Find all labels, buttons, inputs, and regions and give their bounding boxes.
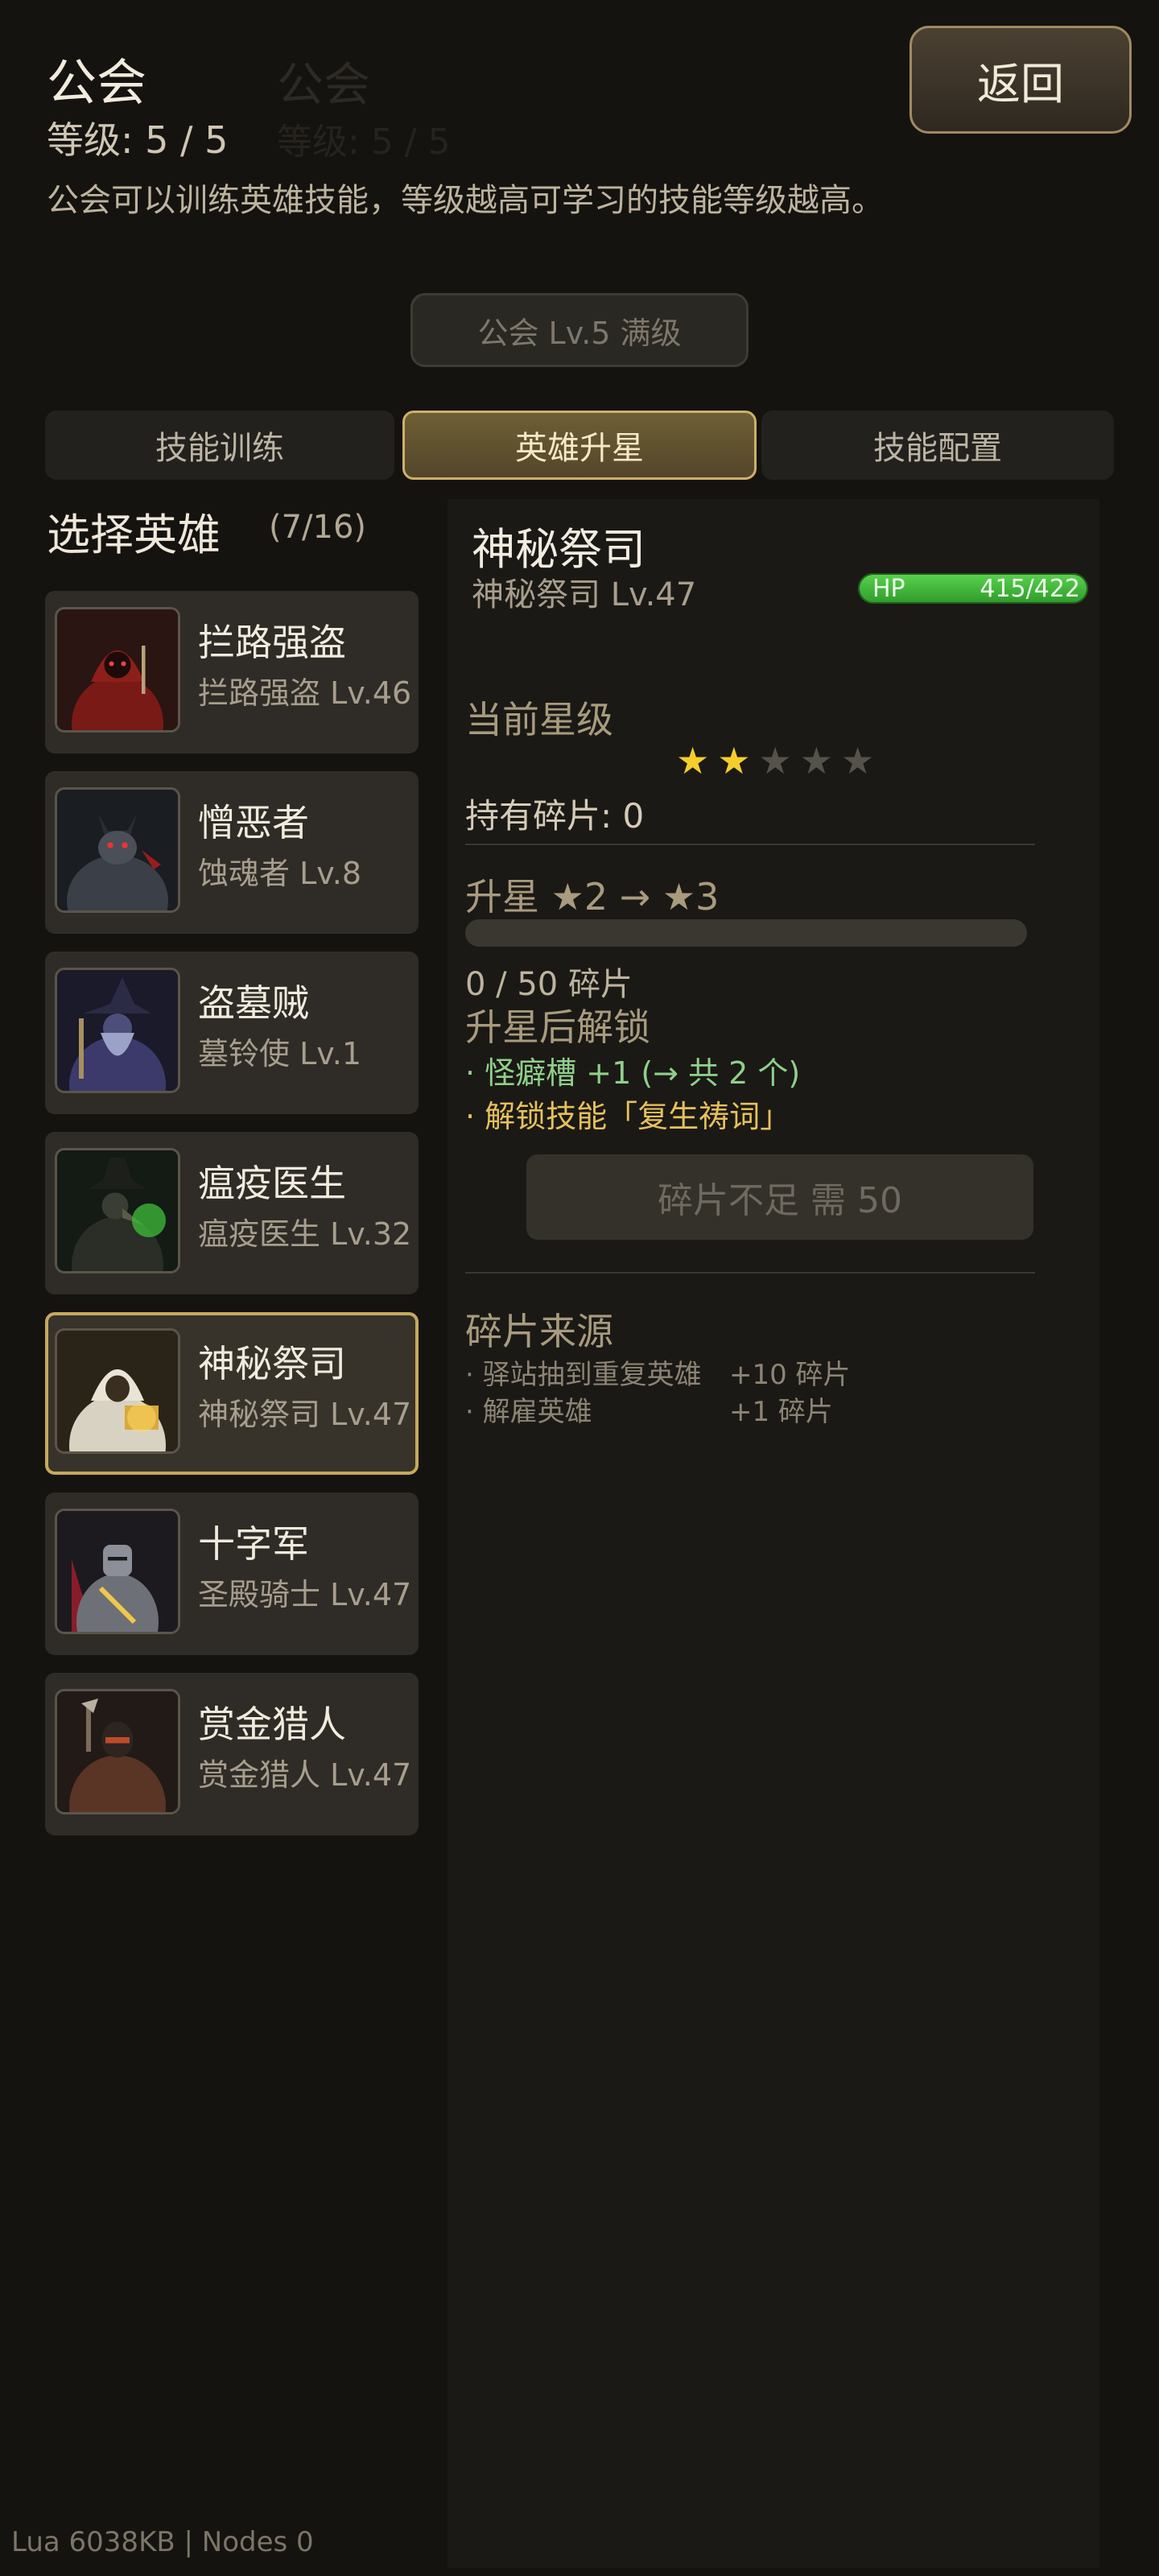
tab-hero-star-up[interactable]: 英雄升星	[402, 411, 757, 480]
hero-card-grave-robber[interactable]: 盗墓贼 墓铃使 Lv.1	[45, 952, 419, 1114]
unlock-item-quirk-slot: · 怪癖槽 +1 (→ 共 2 个)	[465, 1055, 801, 1091]
hero-class-level: 神秘祭司 Lv.47	[198, 1397, 412, 1432]
hero-name: 赏金猎人	[198, 1703, 346, 1746]
divider	[465, 1272, 1035, 1274]
source-label: · 解雇英雄	[465, 1396, 592, 1428]
hero-card-plague-doctor[interactable]: 瘟疫医生 瘟疫医生 Lv.32	[45, 1132, 419, 1294]
current-star-label: 当前星级	[465, 698, 613, 741]
star-filled-icon: ★	[717, 739, 759, 782]
tab-skill-config[interactable]: 技能配置	[761, 411, 1114, 480]
hero-card-occultist[interactable]: 神秘祭司 神秘祭司 Lv.47	[45, 1312, 419, 1475]
hero-class-level: 瘟疫医生 Lv.32	[198, 1216, 412, 1252]
unlock-title: 升星后解锁	[465, 1005, 650, 1049]
unlock-item-skill: · 解锁技能「复生祷词」	[465, 1099, 791, 1134]
hero-count: (7/16)	[269, 509, 367, 546]
selected-hero-level: 神秘祭司 Lv.47	[472, 576, 697, 613]
back-button[interactable]: 返回	[909, 26, 1132, 134]
hero-card-bounty-hunter[interactable]: 赏金猎人 赏金猎人 Lv.47	[45, 1673, 419, 1835]
bounty-hunter-portrait-icon	[55, 1689, 180, 1814]
fragment-source-title: 碎片来源	[465, 1310, 613, 1353]
tab-skill-training[interactable]: 技能训练	[45, 411, 394, 480]
hero-class-level: 蚀魂者 Lv.8	[198, 856, 362, 891]
owned-fragments: 持有碎片: 0	[465, 796, 645, 836]
hero-card-abomination[interactable]: 憎恶者 蚀魂者 Lv.8	[45, 771, 419, 934]
source-amount: +1 碎片	[729, 1396, 833, 1428]
crusader-portrait-icon	[55, 1509, 180, 1634]
background-ghost-title: 公会	[277, 57, 371, 112]
star-upgrade-title: 升星 ★2 → ★3	[465, 875, 720, 919]
hero-class-level: 赏金猎人 Lv.47	[198, 1757, 412, 1793]
fragment-progress-bar	[465, 919, 1027, 947]
hero-list-title: 选择英雄	[47, 510, 221, 560]
fragment-source-row: · 解雇英雄 +1 碎片	[465, 1389, 833, 1429]
background-ghost-level: 等级: 5 / 5	[277, 122, 451, 163]
source-label: · 驿站抽到重复英雄	[465, 1359, 702, 1391]
grave-robber-portrait-icon	[55, 968, 180, 1093]
hero-class-level: 墓铃使 Lv.1	[198, 1036, 362, 1071]
plague-doctor-portrait-icon	[55, 1148, 180, 1274]
star-filled-icon: ★	[676, 739, 718, 782]
hero-name: 盗墓贼	[198, 981, 309, 1025]
guild-description: 公会可以训练英雄技能，等级越高可学习的技能等级越高。	[47, 182, 884, 219]
fragment-source-row: · 驿站抽到重复英雄 +10 碎片	[465, 1352, 851, 1392]
star-empty-icon: ★	[799, 739, 841, 782]
hero-card-bandit[interactable]: 拦路强盗 拦路强盗 Lv.46	[45, 591, 419, 753]
guild-level-badge: 公会 Lv.5 满级	[410, 293, 749, 367]
star-empty-icon: ★	[841, 739, 883, 782]
guild-level: 等级: 5 / 5	[47, 118, 229, 162]
bandit-portrait-icon	[55, 607, 180, 733]
star-empty-icon: ★	[758, 739, 800, 782]
hero-name: 十字军	[198, 1522, 309, 1566]
hero-name: 憎恶者	[198, 801, 309, 844]
occultist-portrait-icon	[55, 1328, 180, 1454]
hp-bar: HP 415/422	[858, 573, 1088, 604]
star-rating: ★★★★★	[676, 739, 882, 782]
abomination-portrait-icon	[55, 787, 180, 913]
hp-label: HP	[872, 575, 905, 603]
star-upgrade-button[interactable]: 碎片不足 需 50	[526, 1154, 1033, 1240]
hero-name: 拦路强盗	[198, 621, 346, 664]
hero-name: 瘟疫医生	[198, 1162, 346, 1205]
divider	[465, 844, 1035, 845]
hero-name: 神秘祭司	[198, 1342, 346, 1385]
page-title: 公会	[47, 53, 147, 112]
debug-footer: Lua 6038KB | Nodes 0	[11, 2526, 314, 2558]
hero-class-level: 拦路强盗 Lv.46	[198, 675, 412, 711]
hero-class-level: 圣殿骑士 Lv.47	[198, 1577, 412, 1612]
source-amount: +10 碎片	[729, 1359, 851, 1391]
hp-value: 415/422	[980, 575, 1080, 603]
hero-card-crusader[interactable]: 十字军 圣殿骑士 Lv.47	[45, 1492, 419, 1655]
